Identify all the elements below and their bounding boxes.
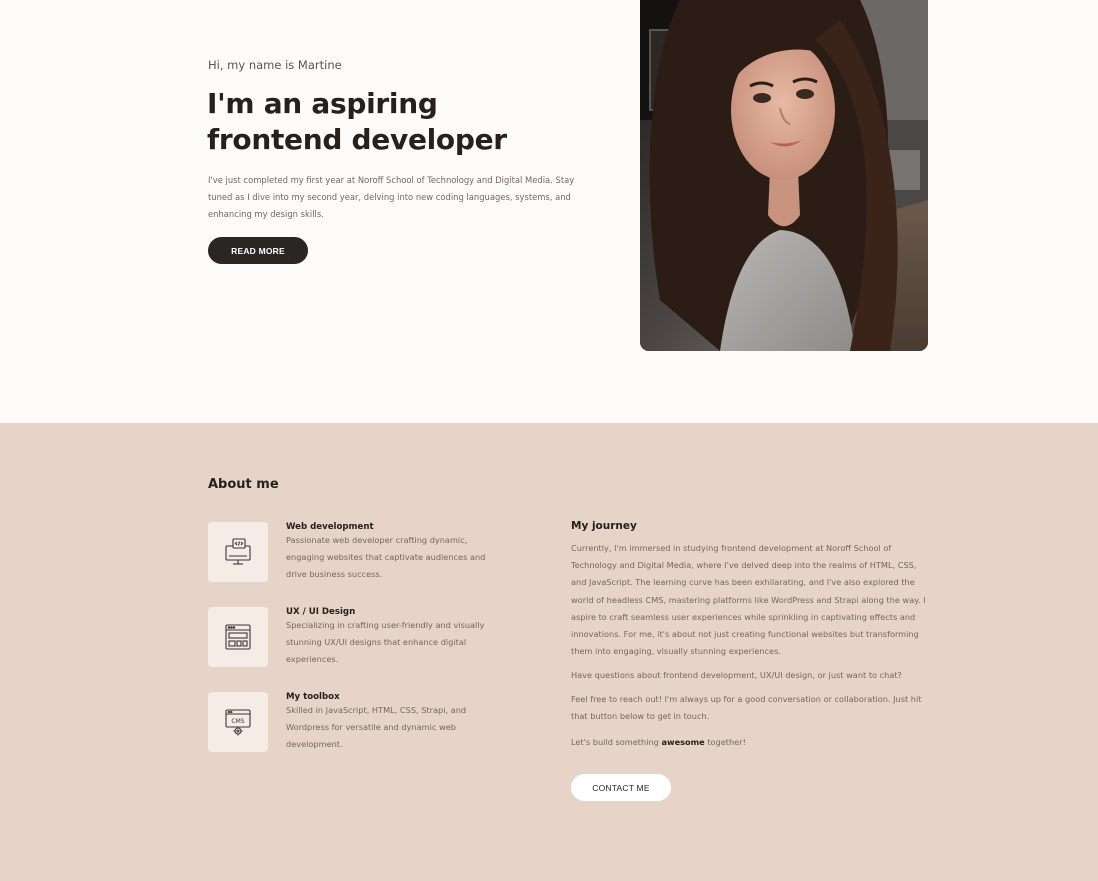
skill-item-web-development: Web development Passionate web developer… <box>208 522 528 584</box>
svg-text:CMS: CMS <box>231 718 244 725</box>
skill-description: Skilled in JavaScript, HTML, CSS, Strapi… <box>286 705 467 749</box>
closing-emphasis: awesome <box>661 737 705 747</box>
skill-title: UX / UI Design <box>286 607 356 617</box>
browser-layout-icon <box>208 607 268 667</box>
hero-section: Hi, my name is Martine I'm an aspiring f… <box>0 0 1098 423</box>
skill-item-ux-ui-design: UX / UI Design Specializing in crafting … <box>208 607 528 669</box>
hero-headline: I'm an aspiring frontend developer <box>207 87 507 156</box>
skill-item-toolbox: CMS My toolbox Skilled in JavaScript, HT… <box>208 692 528 754</box>
skill-description: Passionate web developer crafting dynami… <box>286 535 486 579</box>
hero-intro: I've just completed my first year at Nor… <box>208 175 575 219</box>
contact-me-button[interactable]: CONTACT ME <box>571 774 671 801</box>
computer-code-icon <box>208 522 268 582</box>
closing-suffix: together! <box>704 737 746 747</box>
skill-title: Web development <box>286 522 374 532</box>
skill-description: Specializing in crafting user-friendly a… <box>286 620 485 664</box>
journey-paragraph: Feel free to reach out! I'm always up fo… <box>571 694 922 722</box>
journey-closing: Let's build something awesome together! <box>571 734 931 751</box>
about-section: About me Web development Passionate web … <box>0 423 1098 881</box>
skill-title: My toolbox <box>286 692 340 702</box>
profile-photo <box>640 0 928 351</box>
read-more-button[interactable]: READ MORE <box>208 237 308 264</box>
greeting-text: Hi, my name is Martine <box>208 58 342 72</box>
cms-gear-icon: CMS <box>208 692 268 752</box>
closing-prefix: Let's build something <box>571 737 662 747</box>
profile-photo-illustration <box>640 0 928 351</box>
about-title: About me <box>208 477 279 492</box>
journey-title: My journey <box>571 520 637 532</box>
journey-paragraph: Currently, I'm immersed in studying fron… <box>571 543 926 657</box>
journey-paragraph: Have questions about frontend developmen… <box>571 670 902 680</box>
